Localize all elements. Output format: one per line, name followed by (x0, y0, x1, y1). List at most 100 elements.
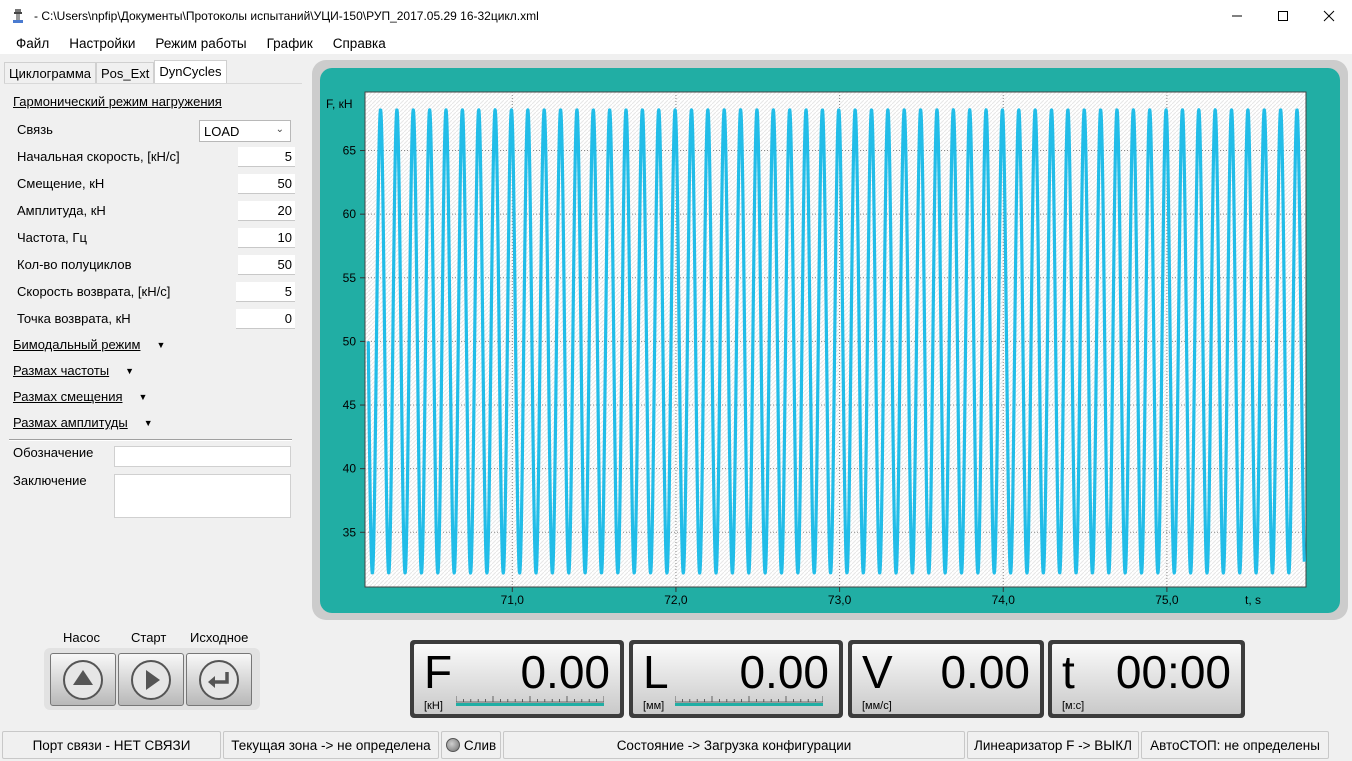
zone-status: Текущая зона -> не определена (223, 731, 439, 759)
display-face: V 0.00 [мм/с] (852, 644, 1040, 714)
maximize-icon (1278, 11, 1288, 21)
home-button[interactable] (186, 653, 252, 706)
force-scale (456, 696, 604, 706)
menu-mode[interactable]: Режим работы (145, 36, 256, 51)
return-speed-input[interactable] (236, 282, 295, 302)
display-face: t 00:00 [м:с] (1052, 644, 1241, 714)
param-label: Амплитуда, кН (17, 203, 106, 218)
triangle-down-icon: ▼ (156, 339, 166, 350)
status-bar: Порт связи - НЕТ СВЯЗИ Текущая зона -> н… (0, 729, 1352, 761)
param-label: Кол-во полуциклов (17, 257, 132, 272)
force-time-chart[interactable]: 35 40 45 50 55 60 65 71,0 72,0 73,0 74,0 75,0 F, к… (320, 68, 1340, 613)
triangle-down-icon: ▼ (143, 417, 153, 428)
conclusion-input[interactable] (114, 474, 291, 518)
play-icon (131, 659, 171, 700)
tab-strip: Циклограмма Pos_Ext DynCycles (4, 60, 227, 84)
start-button[interactable] (118, 653, 184, 706)
param-row: Точка возврата, кН (17, 309, 295, 329)
x-tick-label: 72,0 (664, 593, 688, 607)
freq-range-collapsible[interactable]: Размах частоты ▼ (13, 363, 134, 378)
display-unit: [м:с] (1062, 700, 1085, 712)
linearizer-status: Линеаризатор F -> ВЫКЛ (967, 731, 1139, 759)
close-button[interactable] (1306, 0, 1352, 32)
param-row: Смещение, кН (17, 174, 295, 194)
half-cycles-input[interactable] (238, 255, 295, 275)
x-tick-label: 75,0 (1155, 593, 1179, 607)
velocity-display: V 0.00 [мм/с] (848, 640, 1044, 718)
left-panel: Циклограмма Pos_Ext DynCycles Гармоничес… (4, 58, 302, 624)
pump-button[interactable] (50, 653, 116, 706)
amplitude-input[interactable] (238, 201, 295, 221)
time-display: t 00:00 [м:с] (1048, 640, 1245, 718)
pump-label: Насос (63, 630, 100, 645)
minimize-button[interactable] (1214, 0, 1260, 32)
position-scale (675, 696, 823, 706)
maximize-button[interactable] (1260, 0, 1306, 32)
collapsible-label: Размах амплитуды (13, 415, 128, 430)
display-letter: L (643, 646, 669, 698)
amplitude-range-collapsible[interactable]: Размах амплитуды ▼ (13, 415, 153, 430)
display-unit: [кН] (424, 700, 443, 712)
param-row: Скорость возврата, [кН/с] (17, 282, 295, 302)
time-value: 00:00 (1115, 646, 1231, 698)
tab-pos-ext[interactable]: Pos_Ext (95, 62, 155, 84)
indicator-led-icon (445, 738, 460, 752)
param-row: Амплитуда, кН (17, 201, 295, 221)
bimodal-collapsible[interactable]: Бимодальный режим ▼ (13, 337, 165, 352)
link-select-value: LOAD (204, 124, 240, 139)
param-row: Начальная скорость, [кН/с] (17, 147, 295, 167)
collapsible-label: Размах частоты (13, 363, 110, 378)
display-face: L 0.00 [мм] (633, 644, 839, 714)
y-tick-label: 40 (343, 462, 357, 476)
menu-settings[interactable]: Настройки (59, 36, 145, 51)
separator (9, 439, 292, 441)
param-label: Скорость возврата, [кН/с] (17, 284, 171, 299)
x-axis-label: t, s (1245, 593, 1261, 607)
tab-dyncycles[interactable]: DynCycles (154, 60, 227, 84)
param-label: Начальная скорость, [кН/с] (17, 149, 180, 164)
up-arrow-icon (63, 659, 103, 700)
param-label: Смещение, кН (17, 176, 105, 191)
menu-help[interactable]: Справка (323, 36, 396, 51)
frequency-input[interactable] (238, 228, 295, 248)
tab-body: Гармонический режим нагружения Связь LOA… (4, 83, 302, 624)
tab-cyclogram[interactable]: Циклограмма (4, 62, 96, 84)
y-tick-label: 50 (343, 334, 357, 348)
return-point-input[interactable] (236, 309, 295, 329)
param-row: Частота, Гц (17, 228, 295, 248)
position-display: L 0.00 [мм] (629, 640, 843, 718)
force-value: 0.00 (520, 646, 610, 698)
x-tick-label: 71,0 (501, 593, 525, 607)
force-display: F 0.00 [кН] (410, 640, 624, 718)
autostop-status: АвтоСТОП: не определены (1141, 731, 1329, 759)
designation-input[interactable] (114, 446, 291, 467)
designation-label: Обозначение (13, 445, 94, 460)
start-label: Старт (131, 630, 167, 645)
control-buttons (44, 648, 260, 710)
minimize-icon (1232, 15, 1242, 17)
link-label: Связь (17, 122, 53, 137)
harmonic-mode-title[interactable]: Гармонический режим нагружения (13, 94, 222, 109)
display-face: F 0.00 [кН] (414, 644, 620, 714)
y-tick-label: 45 (343, 398, 357, 412)
triangle-down-icon: ▼ (138, 391, 148, 402)
return-icon (199, 659, 239, 700)
offset-range-collapsible[interactable]: Размах смещения ▼ (13, 389, 147, 404)
menu-bar: Файл Настройки Режим работы График Справ… (0, 32, 1352, 54)
window-title: - C:\Users\npfip\Документы\Протоколы исп… (34, 9, 539, 23)
start-speed-input[interactable] (238, 147, 295, 167)
x-ticks: 71,0 72,0 73,0 74,0 75,0 (501, 587, 1179, 607)
menu-chart[interactable]: График (257, 36, 323, 51)
display-letter: F (424, 646, 453, 698)
y-tick-label: 55 (343, 271, 357, 285)
menu-file[interactable]: Файл (6, 36, 59, 51)
y-tick-label: 60 (343, 207, 357, 221)
link-select[interactable]: LOAD ⌄ (199, 120, 291, 142)
chart-frame: 35 40 45 50 55 60 65 71,0 72,0 73,0 74,0 75,0 F, к… (312, 60, 1348, 620)
chevron-down-icon: ⌄ (275, 124, 284, 135)
x-tick-label: 73,0 (828, 593, 852, 607)
port-status: Порт связи - НЕТ СВЯЗИ (2, 731, 221, 759)
y-tick-label: 35 (343, 525, 357, 539)
drain-label: Слив (463, 737, 497, 753)
offset-input[interactable] (238, 174, 295, 194)
